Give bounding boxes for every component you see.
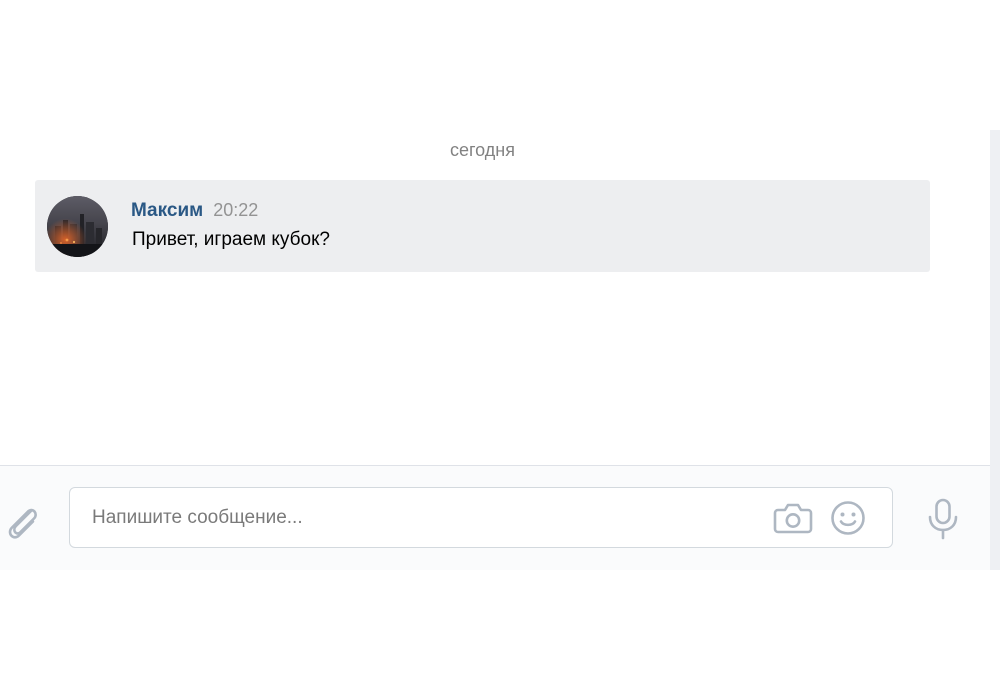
avatar[interactable] [47, 196, 108, 257]
message-text: Привет, играем кубок? [132, 229, 330, 250]
chat-scrollbar[interactable] [990, 130, 1000, 570]
message-author[interactable]: Максим [131, 200, 203, 221]
camera-button[interactable] [772, 500, 814, 536]
message-header: Максим 20:22 [131, 200, 258, 222]
voice-message-button[interactable] [922, 494, 964, 544]
message-composer [0, 466, 990, 570]
date-separator: сегодня [450, 140, 515, 160]
attach-button[interactable] [2, 498, 42, 542]
microphone-icon [928, 498, 958, 540]
paperclip-icon [8, 508, 37, 539]
avatar-photo [47, 196, 108, 257]
message-input[interactable] [92, 498, 752, 538]
camera-icon [773, 503, 813, 534]
emoji-button[interactable] [829, 499, 867, 537]
smile-icon [831, 501, 865, 535]
message-time[interactable]: 20:22 [213, 200, 258, 220]
message-input-box[interactable] [69, 487, 893, 548]
message-item: Максим 20:22 Привет, играем кубок? [35, 180, 930, 272]
